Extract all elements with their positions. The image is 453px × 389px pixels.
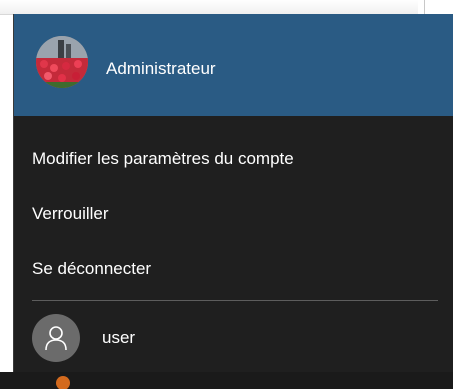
- background-window-top: [0, 0, 418, 15]
- lock-item[interactable]: Verrouiller: [32, 203, 109, 225]
- sign-out-item[interactable]: Se déconnecter: [32, 258, 151, 280]
- menu-divider: [32, 300, 438, 301]
- switch-user-item[interactable]: user: [14, 314, 453, 370]
- screen: Administrateur Modifier les paramètres d…: [0, 0, 453, 389]
- app-icon: [56, 376, 70, 389]
- change-account-settings-item[interactable]: Modifier les paramètres du compte: [32, 148, 294, 170]
- account-flyout-menu: Administrateur Modifier les paramètres d…: [14, 14, 453, 386]
- current-account-header[interactable]: Administrateur: [14, 14, 453, 116]
- person-icon: [32, 314, 80, 362]
- flower-photo-avatar: [36, 36, 88, 88]
- user-name: user: [102, 328, 136, 347]
- account-name: Administrateur: [106, 59, 216, 78]
